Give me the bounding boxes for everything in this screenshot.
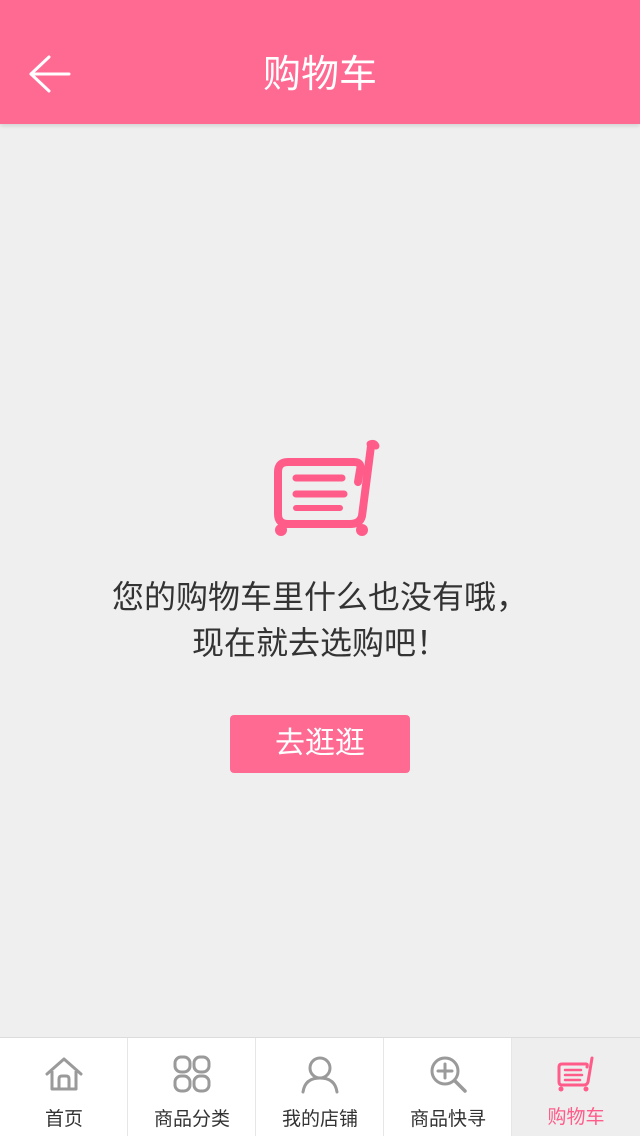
go-shopping-button[interactable]: 去逛逛 [230, 715, 410, 773]
bottom-tab-bar: 首页 商品分类 我的店铺 商品快寻 购物车 [0, 1037, 640, 1136]
header-bar: 购物车 [0, 0, 640, 124]
tab-my-store-label: 我的店铺 [281, 1108, 358, 1130]
tab-home[interactable]: 首页 [0, 1038, 128, 1136]
page-title: 购物车 [262, 52, 377, 96]
empty-message-line-1: 您的购物车里什么也没有哦， [111, 578, 528, 616]
tab-home-label: 首页 [44, 1108, 83, 1130]
tab-my-store[interactable]: 我的店铺 [256, 1038, 384, 1136]
tab-cart-label: 购物车 [547, 1106, 605, 1128]
empty-message-line-2: 现在就去选购吧！ [191, 624, 448, 662]
empty-message: 您的购物车里什么也没有哦， 现在就去选购吧！ [0, 574, 640, 666]
tab-cart[interactable]: 购物车 [512, 1038, 640, 1136]
user-icon [301, 1056, 339, 1094]
tab-category-label: 商品分类 [153, 1108, 230, 1130]
search-plus-icon [430, 1056, 467, 1093]
empty-cart-icon [274, 439, 380, 536]
cart-icon [557, 1056, 594, 1092]
tab-category[interactable]: 商品分类 [128, 1038, 256, 1136]
cart-page: 购物车 您的购物车里什么也没有哦， 现在就去选购吧！ 去逛逛 首页 商品分类 我… [0, 0, 640, 1136]
tab-quick-search[interactable]: 商品快寻 [384, 1038, 512, 1136]
home-icon [45, 1057, 83, 1091]
tab-quick-search-label: 商品快寻 [409, 1108, 486, 1130]
category-grid-icon [173, 1055, 211, 1093]
